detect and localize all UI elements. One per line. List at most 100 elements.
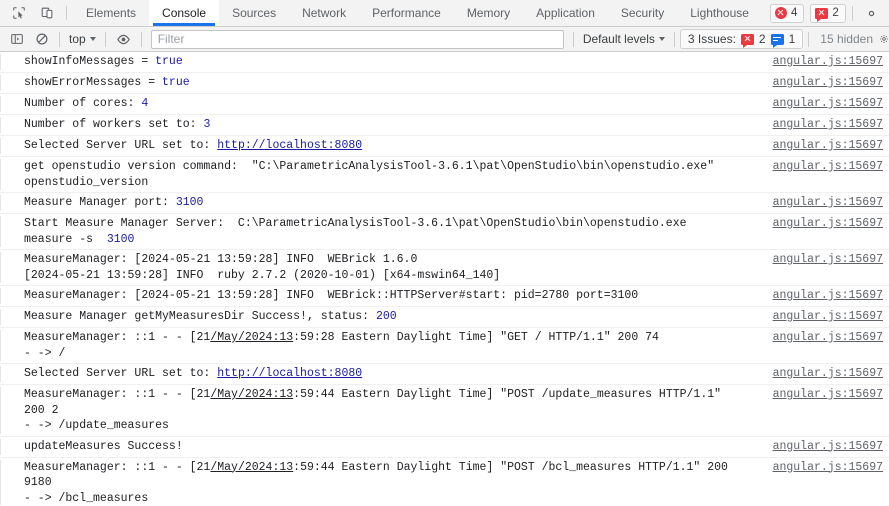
tab-label: Application [536, 6, 595, 20]
chevron-down-icon [89, 37, 96, 41]
toolbar-divider [673, 31, 675, 47]
message-text-segment: MeasureManager: ::1 - - [21 [24, 460, 211, 474]
tab-memory[interactable]: Memory [454, 0, 523, 26]
log-levels-selector[interactable]: Default levels [579, 32, 669, 46]
source-link[interactable]: angular.js:15697 [773, 160, 883, 173]
console-message-row[interactable]: Selected Server URL set to: http://local… [0, 136, 889, 157]
message-value-boolean: true [162, 76, 190, 89]
message-value-number: 200 [375, 310, 397, 323]
warning-count-badge[interactable]: 2 [810, 3, 846, 23]
console-message-row[interactable]: MeasureManager: ::1 - - [21/May/2024:13:… [0, 458, 889, 505]
console-message-text: Start Measure Manager Server: C:\Paramet… [5, 216, 741, 247]
message-text-segment: Selected Server URL set to: [24, 139, 218, 152]
source-link[interactable]: angular.js:15697 [773, 253, 883, 266]
tab-application[interactable]: Application [523, 0, 608, 26]
source-link[interactable]: angular.js:15697 [773, 97, 883, 110]
message-value-number: 3 [203, 118, 211, 131]
message-info-icon [770, 33, 784, 48]
console-message-row[interactable]: updateMeasures Success! angular.js:15697 [0, 437, 889, 458]
tab-performance[interactable]: Performance [359, 0, 454, 26]
console-message-text: Measure Manager getMyMeasuresDir Success… [5, 309, 741, 325]
source-link[interactable]: angular.js:15697 [773, 217, 883, 230]
console-message-row[interactable]: Start Measure Manager Server: C:\Paramet… [0, 214, 889, 250]
message-error-icon [815, 7, 829, 22]
source-link[interactable]: angular.js:15697 [773, 118, 883, 131]
console-message-source: angular.js:15697 [741, 195, 889, 211]
tab-label: Elements [86, 6, 137, 20]
message-value-number: 4 [141, 97, 149, 110]
error-count-badge[interactable]: 4 [769, 3, 805, 23]
tab-console[interactable]: Console [149, 0, 220, 26]
message-text-segment: get openstudio version command: "C:\Para… [24, 160, 722, 189]
source-link[interactable]: angular.js:15697 [773, 139, 883, 152]
console-message-row[interactable]: get openstudio version command: "C:\Para… [0, 157, 889, 193]
clear-console-icon[interactable] [29, 28, 54, 51]
source-link[interactable]: angular.js:15697 [773, 440, 883, 453]
tab-lighthouse[interactable]: Lighthouse [677, 0, 762, 26]
message-inline-link[interactable]: /May/2024:13 [210, 388, 293, 401]
console-settings-gear-icon[interactable] [879, 28, 889, 51]
inspect-element-icon[interactable] [6, 0, 32, 26]
console-message-row[interactable]: showErrorMessages = true angular.js:15697 [0, 73, 889, 94]
tab-label: Network [302, 6, 347, 20]
message-error-icon [740, 33, 754, 48]
console-message-text: MeasureManager: ::1 - - [21/May/2024:13:… [5, 330, 741, 361]
console-message-row[interactable]: showInfoMessages = true angular.js:15697 [0, 52, 889, 73]
execution-context-label: top [69, 32, 86, 46]
console-message-row[interactable]: MeasureManager: [2024-05-21 13:59:28] IN… [0, 286, 889, 307]
source-link[interactable]: angular.js:15697 [773, 196, 883, 209]
console-message-source: angular.js:15697 [741, 159, 889, 175]
source-link[interactable]: angular.js:15697 [773, 331, 883, 344]
message-url-link[interactable]: http://localhost:8080 [217, 367, 362, 380]
tab-label: Lighthouse [690, 6, 749, 20]
console-sidebar-icon[interactable] [4, 28, 29, 51]
filter-input[interactable] [150, 29, 564, 49]
console-message-row[interactable]: MeasureManager: ::1 - - [21/May/2024:13:… [0, 328, 889, 364]
message-text-segment: MeasureManager: [2024-05-21 13:59:28] IN… [24, 253, 501, 282]
device-toolbar-icon[interactable] [34, 0, 60, 26]
console-message-row[interactable]: Measure Manager getMyMeasuresDir Success… [0, 307, 889, 328]
console-message-text: Selected Server URL set to: http://local… [5, 138, 741, 154]
source-link[interactable]: angular.js:15697 [773, 461, 883, 474]
message-text-segment: MeasureManager: [2024-05-21 13:59:28] IN… [24, 289, 639, 302]
devtools-issue-badges: 4 2 [762, 0, 846, 26]
toolbar-divider [104, 31, 106, 47]
source-link[interactable]: angular.js:15697 [773, 367, 883, 380]
devtools-tabs: Elements Console Sources Network Perform… [73, 0, 762, 26]
console-message-source: angular.js:15697 [741, 216, 889, 232]
tab-network[interactable]: Network [289, 0, 359, 26]
tab-security[interactable]: Security [608, 0, 677, 26]
console-message-list[interactable]: showInfoMessages = true angular.js:15697 s… [0, 52, 889, 505]
console-message-row[interactable]: MeasureManager: ::1 - - [21/May/2024:13:… [0, 385, 889, 437]
console-message-source: angular.js:15697 [741, 309, 889, 325]
message-text-segment: updateMeasures Success! [24, 439, 183, 453]
console-message-text: Number of workers set to: 3 [5, 117, 741, 133]
source-link[interactable]: angular.js:15697 [773, 55, 883, 68]
message-inline-link[interactable]: /May/2024:13 [210, 461, 293, 474]
gear-icon[interactable] [859, 0, 885, 26]
source-link[interactable]: angular.js:15697 [773, 310, 883, 323]
error-circle-icon [774, 7, 787, 19]
execution-context-selector[interactable]: top [65, 32, 100, 46]
live-expression-eye-icon[interactable] [111, 28, 136, 51]
source-link[interactable]: angular.js:15697 [773, 289, 883, 302]
console-message-row[interactable]: Selected Server URL set to: http://local… [0, 364, 889, 385]
chevron-down-icon [658, 37, 665, 41]
message-text-segment: Measure Manager getMyMeasuresDir Success… [24, 310, 376, 323]
console-message-row[interactable]: Number of workers set to: 3 angular.js:15… [0, 115, 889, 136]
kebab-menu-icon[interactable] [885, 0, 889, 26]
tab-elements[interactable]: Elements [73, 0, 149, 26]
console-message-row[interactable]: Number of cores: 4 angular.js:15697 [0, 94, 889, 115]
issues-chip[interactable]: 3 Issues: 2 1 [679, 29, 804, 49]
devtools-right-controls [846, 0, 889, 26]
message-url-link[interactable]: http://localhost:8080 [217, 139, 362, 152]
message-text-segment: Selected Server URL set to: [24, 367, 218, 380]
console-message-row[interactable]: MeasureManager: [2024-05-21 13:59:28] IN… [0, 250, 889, 286]
console-message-row[interactable]: Measure Manager port: 3100 angular.js:156… [0, 193, 889, 214]
console-message-source: angular.js:15697 [741, 138, 889, 154]
hidden-messages-count: 15 hidden [820, 32, 873, 46]
tab-sources[interactable]: Sources [219, 0, 289, 26]
source-link[interactable]: angular.js:15697 [773, 388, 883, 401]
message-inline-link[interactable]: /May/2024:13 [210, 331, 293, 344]
source-link[interactable]: angular.js:15697 [773, 76, 883, 89]
